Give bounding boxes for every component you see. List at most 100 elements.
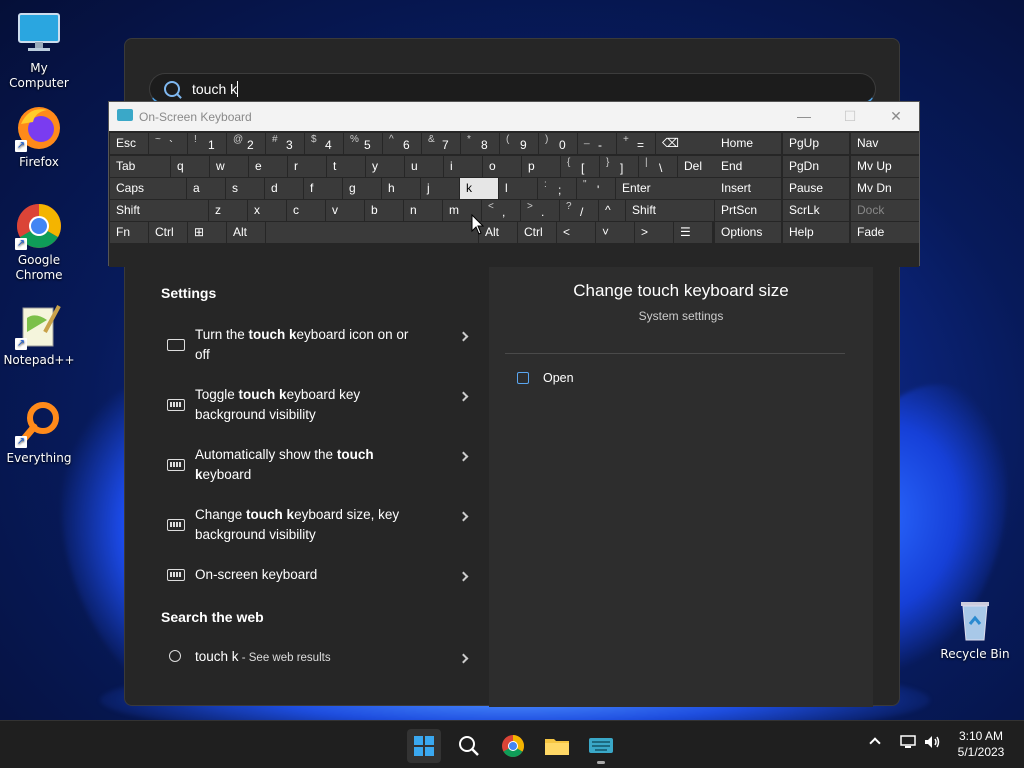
osk-key-i[interactable]: i (444, 156, 482, 177)
osk-key-symbol[interactable]: :; (538, 178, 576, 199)
taskbar-file-explorer[interactable] (540, 729, 574, 763)
osk-key-home[interactable]: Home (715, 133, 781, 154)
osk-key-0[interactable]: ) 0 (539, 133, 577, 154)
desktop-icon-recycle-bin[interactable]: Recycle Bin (937, 596, 1013, 662)
osk-key-y[interactable]: y (366, 156, 404, 177)
osk-key-symbol[interactable]: }] (600, 156, 638, 177)
osk-key-symbol[interactable]: | \ (639, 156, 677, 177)
osk-key-caps[interactable]: Caps (110, 178, 186, 199)
osk-key-esc[interactable]: Esc (110, 133, 148, 154)
volume-icon[interactable] (922, 734, 942, 753)
osk-key-pgdn[interactable]: PgDn (783, 156, 849, 177)
osk-key-ctrl[interactable]: Ctrl (149, 222, 187, 243)
osk-key-c[interactable]: c (287, 200, 325, 221)
osk-titlebar[interactable]: On-Screen Keyboard — ☐ ✕ (109, 102, 919, 131)
osk-key-d[interactable]: d (265, 178, 303, 199)
osk-key-8[interactable]: * 8 (461, 133, 499, 154)
osk-key-t[interactable]: t (327, 156, 365, 177)
osk-key-o[interactable]: o (483, 156, 521, 177)
osk-key-b[interactable]: b (365, 200, 403, 221)
taskbar-chrome[interactable] (496, 729, 530, 763)
osk-key-symbol[interactable]: <, (482, 200, 520, 221)
result-item[interactable]: Automatically show the touch keyboard (161, 445, 471, 499)
osk-key-pgup[interactable]: PgUp (783, 133, 849, 154)
osk-key-symbol[interactable]: ⊞ (188, 222, 226, 243)
osk-key-tab[interactable]: Tab (110, 156, 170, 177)
osk-key-symbol[interactable]: + = (617, 133, 655, 154)
osk-key-5[interactable]: % 5 (344, 133, 382, 154)
result-item[interactable]: On-screen keyboard (161, 565, 471, 595)
osk-key-fade[interactable]: Fade (851, 222, 919, 243)
search-input[interactable]: touch k (192, 81, 239, 97)
osk-key-symbol[interactable]: > (635, 222, 673, 243)
osk-key-1[interactable]: ! 1 (188, 133, 226, 154)
show-hidden-icons-button[interactable] (866, 735, 884, 750)
osk-key-2[interactable]: @2 (227, 133, 265, 154)
osk-key-alt[interactable]: Alt (227, 222, 265, 243)
close-button[interactable]: ✕ (873, 102, 919, 131)
osk-key-dock[interactable]: Dock (851, 200, 919, 221)
osk-key-nav[interactable]: Nav (851, 133, 919, 154)
desktop-icon-notepadpp[interactable]: ↗ Notepad++ (1, 302, 77, 368)
osk-key-w[interactable]: w (210, 156, 248, 177)
osk-key-symbol[interactable]: _ - (578, 133, 616, 154)
clock[interactable]: 3:10 AM 5/1/2023 (948, 729, 1014, 759)
osk-key-symbol[interactable]: ~ ` (149, 133, 187, 154)
osk-key-4[interactable]: $4 (305, 133, 343, 154)
osk-key-enter[interactable]: Enter (616, 178, 726, 199)
osk-key-9[interactable]: (9 (500, 133, 538, 154)
result-item[interactable]: Toggle touch keyboard key background vis… (161, 385, 471, 439)
desktop-icon-chrome[interactable]: ↗ Google Chrome (1, 202, 77, 283)
osk-key-g[interactable]: g (343, 178, 381, 199)
minimize-button[interactable]: — (781, 102, 827, 131)
taskbar-on-screen-keyboard[interactable] (584, 729, 618, 764)
osk-key-e[interactable]: e (249, 156, 287, 177)
osk-key-symbol[interactable]: ? / (560, 200, 598, 221)
osk-key-insert[interactable]: Insert (715, 178, 781, 199)
web-result-item[interactable]: touch k - See web results (161, 647, 471, 677)
open-action[interactable]: Open (517, 371, 574, 385)
desktop-icon-firefox[interactable]: ↗ Firefox (1, 104, 77, 170)
desktop-icon-everything[interactable]: ↗ Everything (1, 400, 77, 466)
osk-key-pause[interactable]: Pause (783, 178, 849, 199)
osk-key-k[interactable]: k (460, 178, 498, 199)
osk-key-q[interactable]: q (171, 156, 209, 177)
result-item[interactable]: Change touch keyboard size, key backgrou… (161, 505, 471, 559)
osk-key-symbol[interactable]: ˅ (596, 222, 634, 243)
osk-key-scrlk[interactable]: ScrLk (783, 200, 849, 221)
osk-key-v[interactable]: v (326, 200, 364, 221)
osk-key-ctrl[interactable]: Ctrl (518, 222, 556, 243)
osk-key-symbol[interactable]: < (557, 222, 595, 243)
osk-key-p[interactable]: p (522, 156, 560, 177)
osk-key-r[interactable]: r (288, 156, 326, 177)
maximize-button[interactable]: ☐ (827, 102, 873, 131)
osk-key-u[interactable]: u (405, 156, 443, 177)
osk-key-fn[interactable]: Fn (110, 222, 148, 243)
osk-key-l[interactable]: l (499, 178, 537, 199)
network-icon[interactable] (898, 734, 918, 753)
osk-key-symbol[interactable]: ☰ (674, 222, 712, 243)
osk-key-space[interactable] (266, 222, 478, 243)
osk-key-options[interactable]: Options (715, 222, 781, 243)
osk-key-s[interactable]: s (226, 178, 264, 199)
osk-key-del[interactable]: Del (678, 156, 716, 177)
osk-key-h[interactable]: h (382, 178, 420, 199)
osk-key-7[interactable]: & 7 (422, 133, 460, 154)
osk-key-z[interactable]: z (209, 200, 247, 221)
osk-key-a[interactable]: a (187, 178, 225, 199)
osk-key-symbol[interactable]: " ' (577, 178, 615, 199)
osk-key-mv-up[interactable]: Mv Up (851, 156, 919, 177)
osk-key-symbol[interactable]: ^ (599, 200, 625, 221)
osk-key-shift[interactable]: Shift (626, 200, 714, 221)
osk-key-end[interactable]: End (715, 156, 781, 177)
osk-key-mv-dn[interactable]: Mv Dn (851, 178, 919, 199)
osk-key-3[interactable]: #3 (266, 133, 304, 154)
desktop-icon-my-computer[interactable]: My Computer (1, 10, 77, 91)
osk-key-prtscn[interactable]: PrtScn (715, 200, 781, 221)
start-button[interactable] (407, 729, 441, 763)
osk-key-symbol[interactable]: {[ (561, 156, 599, 177)
osk-key-shift[interactable]: Shift (110, 200, 208, 221)
osk-key-help[interactable]: Help (783, 222, 849, 243)
taskbar-search-button[interactable] (452, 729, 486, 763)
osk-key-symbol[interactable]: ⌫ (656, 133, 716, 154)
